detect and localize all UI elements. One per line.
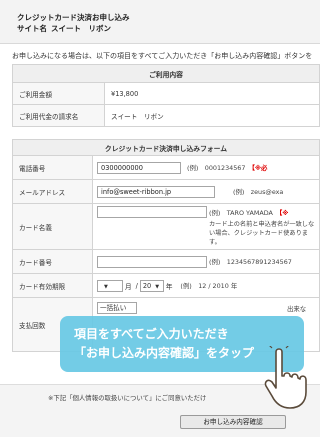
phone-label: 電話番号 — [12, 155, 93, 180]
expiry-year-select[interactable]: 20 ▼ — [139, 279, 164, 292]
site-label: サイト名 — [17, 24, 47, 33]
billing-name-label: ご利用代金の請求名 — [12, 104, 105, 127]
card-name-input[interactable] — [97, 206, 207, 218]
amount-label: ご利用金額 — [12, 82, 105, 105]
payment-right-note: 出来な — [287, 304, 307, 313]
callout-line1: 項目をすべてご入力いただき — [74, 327, 229, 341]
page-title: クレジットカード決済お申し込み — [17, 13, 130, 22]
site-name-row: サイト名 スイート リボン — [17, 23, 111, 34]
card-name-example: (例) TARO YAMADA — [209, 208, 273, 217]
year-unit: 年 — [165, 282, 173, 291]
card-number-input[interactable] — [97, 255, 207, 268]
payment-count-select[interactable]: 一括払い — [97, 302, 137, 314]
payment-count-value: 一括払い — [100, 304, 127, 312]
card-number-label: カード番号 — [12, 249, 93, 274]
intro-text: お申し込みになる場合は、以下の項目をすべてご入力いただき「お申し込み内容確認」ボ… — [12, 52, 313, 60]
expiry-example: (例) 12 / 2010 年 — [180, 282, 238, 290]
form-heading: クレジットカード決済申し込みフォーム — [12, 139, 320, 156]
usage-table: ご利用内容 ご利用金額 ¥13,800 ご利用代金の請求名 スイート リボン — [12, 64, 320, 127]
tap-hand-icon — [264, 346, 307, 409]
card-name-label: カード名義 — [12, 203, 93, 250]
usage-heading: ご利用内容 — [12, 64, 320, 83]
phone-row: 0300000000 (例) 0001234567 【※必 — [92, 155, 320, 180]
chevron-down-icon: ▼ — [155, 283, 160, 290]
privacy-notice: ※下記「個人情報の取扱いについて」にご同意いただけ — [48, 394, 207, 402]
card-name-note: カード上の名前と申込者名が一致しない場合、クレジットカード使あります。 — [209, 221, 315, 246]
phone-example: (例) 0001234567 — [187, 164, 246, 172]
billing-name-value: スイート リボン — [104, 104, 320, 127]
card-number-row: (例) 1234567891234567 — [92, 249, 320, 274]
card-name-required: 【※ — [275, 208, 289, 217]
expiry-row: ▼ 月/20 ▼ 年 (例) 12 / 2010 年 — [92, 273, 320, 298]
site-name: スイート リボン — [51, 24, 111, 33]
phone-input[interactable]: 0300000000 — [97, 161, 181, 174]
amount-value: ¥13,800 — [104, 82, 320, 105]
email-row: info@sweet-ribbon.jp (例) zeus@exa — [92, 179, 320, 204]
month-unit: 月 — [125, 282, 132, 291]
required-mark: 【※必 — [248, 164, 268, 172]
expiry-month-select[interactable]: ▼ — [97, 279, 123, 292]
card-number-example: (例) 1234567891234567 — [209, 258, 292, 266]
confirm-button[interactable]: お申し込み内容確認 — [180, 415, 286, 429]
email-example: (例) zeus@exa — [233, 188, 284, 196]
email-label: メールアドレス — [12, 179, 93, 204]
chevron-down-icon: ▼ — [104, 283, 108, 290]
expiry-label: カード有効期限 — [12, 273, 93, 298]
email-input[interactable]: info@sweet-ribbon.jp — [97, 185, 215, 198]
expiry-separator: / — [135, 281, 138, 290]
expiry-year-value: 20 — [142, 281, 152, 290]
page-header: クレジットカード決済お申し込み サイト名 スイート リボン — [0, 0, 320, 44]
card-name-row: (例) TARO YAMADA 【※ カード上の名前と申込者名が一致しない場合、ク… — [92, 203, 320, 250]
